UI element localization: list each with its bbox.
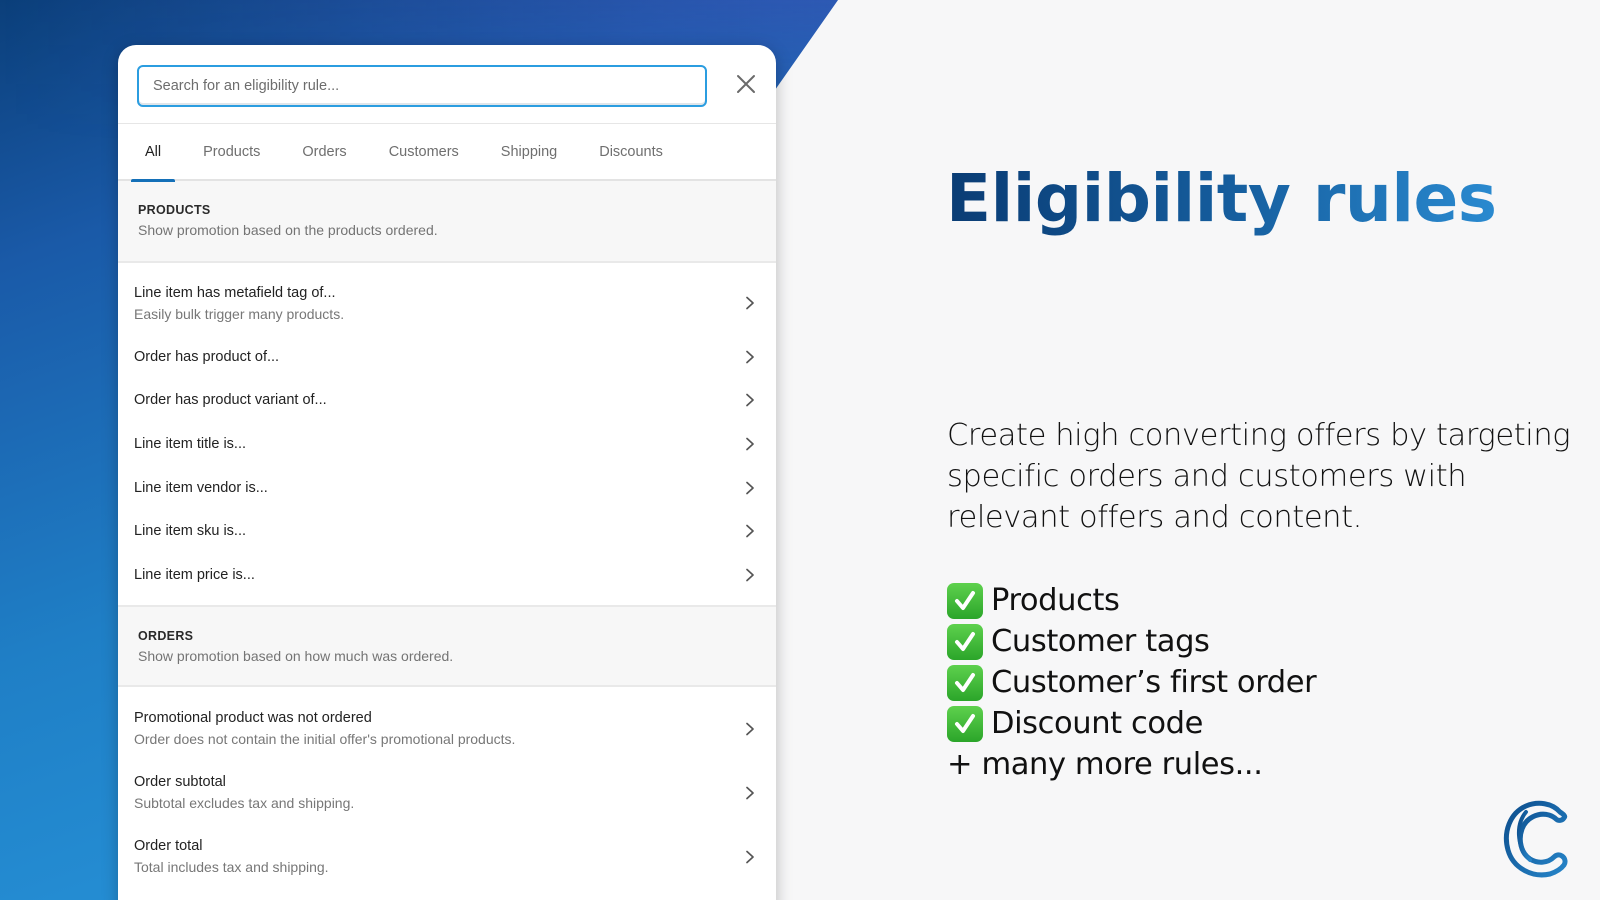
section-header-orders: ORDERS Show promotion based on how much … [118,605,776,687]
chevron-right-icon [744,568,756,582]
headline: Eligibility rules [946,160,1497,237]
rule-title: Order has product variant of... [134,392,760,408]
checklist-item: Products [947,580,1316,621]
section-description: Show promotion based on how much was ord… [138,648,756,664]
checklist-label: Customer’s first order [991,662,1316,703]
rule-subtitle: Easily bulk trigger many products. [134,306,760,322]
rule-title: Order has product of... [134,349,760,365]
rule-title: Line item sku is... [134,523,760,539]
tab-all[interactable]: All [131,123,175,180]
rule-title: Line item title is... [134,436,760,452]
rule-subtitle: Total includes tax and shipping. [134,859,760,875]
checklist-item: Customer’s first order [947,662,1316,703]
rule-item[interactable]: Line item vendor is... [118,466,776,510]
rule-list-orders: Promotional product was not ordered Orde… [118,687,776,897]
rule-item[interactable]: Order subtotal Subtotal excludes tax and… [118,761,776,825]
category-tabs: All Products Orders Customers Shipping D… [118,124,776,181]
chevron-right-icon [744,481,756,495]
checklist-label: Discount code [991,703,1203,744]
section-title: PRODUCTS [138,203,756,217]
rule-item[interactable]: Promotional product was not ordered Orde… [118,697,776,761]
tab-customers[interactable]: Customers [375,123,473,180]
tab-products[interactable]: Products [189,123,274,180]
rule-subtitle: Order does not contain the initial offer… [134,731,760,747]
eligibility-rule-picker: All Products Orders Customers Shipping D… [118,45,776,900]
rule-item[interactable]: Order has product of... [118,335,776,379]
rule-item[interactable]: Line item title is... [118,422,776,466]
chevron-right-icon [744,350,756,364]
chevron-right-icon [744,786,756,800]
feature-checklist: Products Customer tags Customer’s first … [947,580,1316,785]
chevron-right-icon [744,437,756,451]
chevron-right-icon [744,393,756,407]
close-button[interactable] [730,68,762,100]
marketing-description: Create high converting offers by targeti… [947,415,1587,538]
chevron-right-icon [744,850,756,864]
tab-discounts[interactable]: Discounts [585,123,677,180]
more-rules-text: + many more rules... [947,744,1316,785]
rule-title: Line item vendor is... [134,480,760,496]
rule-item[interactable]: Order has product variant of... [118,379,776,423]
rule-subtitle: Subtotal excludes tax and shipping. [134,795,760,811]
rule-item[interactable]: Line item has metafield tag of... Easily… [118,271,776,335]
rule-item[interactable]: Line item price is... [118,553,776,597]
chevron-right-icon [744,296,756,310]
rule-title: Promotional product was not ordered [134,710,760,726]
check-mark-icon [947,624,983,660]
section-title: ORDERS [138,629,756,643]
rule-title: Line item price is... [134,567,760,583]
checklist-item: Customer tags [947,621,1316,662]
rule-title: Order total [134,838,760,854]
search-row [118,45,776,124]
checklist-label: Products [991,580,1120,621]
brand-logo-icon [1500,798,1574,880]
rule-item[interactable]: Order total Total includes tax and shipp… [118,825,776,889]
search-input[interactable] [137,65,707,107]
section-header-products: PRODUCTS Show promotion based on the pro… [118,181,776,263]
rule-item[interactable]: Line item sku is... [118,509,776,553]
tab-shipping[interactable]: Shipping [487,123,571,180]
close-icon [736,74,756,94]
check-mark-icon [947,665,983,701]
check-mark-icon [947,583,983,619]
chevron-right-icon [744,524,756,538]
rule-title: Line item has metafield tag of... [134,285,760,301]
checklist-item: Discount code [947,703,1316,744]
rule-list-products: Line item has metafield tag of... Easily… [118,263,776,605]
rule-title: Order subtotal [134,774,760,790]
chevron-right-icon [744,722,756,736]
tab-orders[interactable]: Orders [288,123,360,180]
section-description: Show promotion based on the products ord… [138,222,756,238]
checklist-label: Customer tags [991,621,1210,662]
check-mark-icon [947,706,983,742]
